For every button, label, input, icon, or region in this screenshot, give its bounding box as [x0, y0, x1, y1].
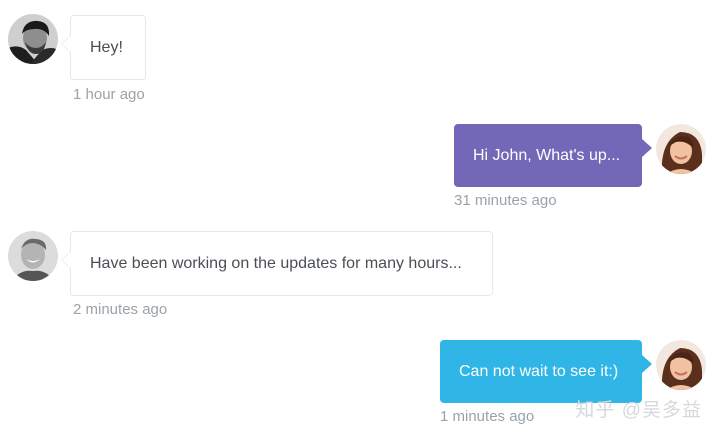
woman-avatar-icon	[656, 124, 706, 174]
avatar-me[interactable]	[656, 340, 706, 390]
message-text: Have been working on the updates for man…	[90, 255, 462, 272]
bubble-tail	[62, 251, 72, 269]
avatar-me[interactable]	[656, 124, 706, 174]
message-bubble-outgoing: Can not wait to see it:)	[440, 340, 642, 403]
bubble-tail	[62, 35, 72, 53]
message-timestamp: 2 minutes ago	[73, 301, 168, 318]
watermark: 知乎 @吴多益	[575, 400, 702, 421]
message-bubble-incoming: Have been working on the updates for man…	[70, 231, 493, 296]
man-smiling-avatar-icon	[8, 231, 58, 281]
message-text: Hi John, What's up...	[473, 147, 621, 164]
message-bubble-incoming: Hey!	[70, 15, 146, 80]
message-timestamp: 1 minutes ago	[440, 408, 535, 425]
message-text: Can not wait to see it:)	[459, 363, 619, 380]
woman-avatar-icon	[656, 340, 706, 390]
message-timestamp: 31 minutes ago	[454, 192, 557, 209]
man-dark-hair-avatar-icon	[8, 14, 58, 64]
avatar-john[interactable]	[8, 14, 58, 64]
message-timestamp: 1 hour ago	[73, 86, 145, 103]
message-text: Hey!	[90, 39, 123, 56]
bubble-tail	[642, 355, 652, 373]
message-bubble-outgoing: Hi John, What's up...	[454, 124, 642, 187]
avatar-john[interactable]	[8, 231, 58, 281]
bubble-tail	[642, 139, 652, 157]
